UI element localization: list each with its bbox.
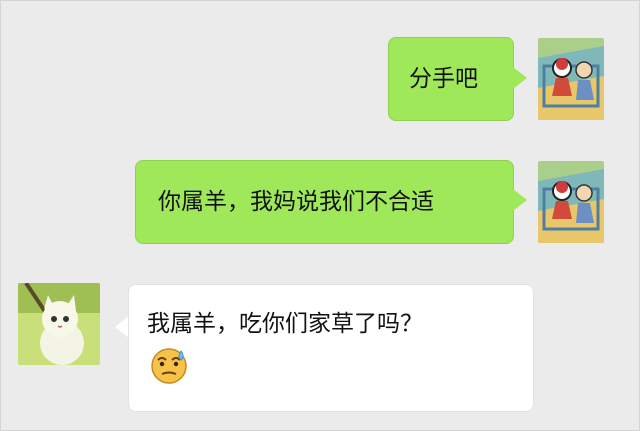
chat-window: 分手吧 你属羊，我妈说我们不合适 我属羊，吃你们家草了吗？	[0, 0, 640, 431]
message-bubble-sent[interactable]: 分手吧	[388, 37, 514, 121]
sweat-smile-emoji-icon	[151, 348, 187, 384]
bubble-tail	[115, 316, 129, 338]
bubble-tail	[513, 67, 527, 89]
cartoon-avatar-icon	[538, 38, 604, 120]
message-text: 我属羊，吃你们家草了吗？	[147, 311, 423, 337]
receiver-avatar[interactable]	[18, 283, 100, 365]
message-text: 分手吧	[409, 66, 478, 92]
message-bubble-received[interactable]: 我属羊，吃你们家草了吗？	[128, 284, 534, 412]
kitten-avatar-icon	[18, 283, 100, 365]
sender-avatar[interactable]	[538, 161, 604, 243]
sender-avatar[interactable]	[538, 38, 604, 120]
message-text: 你属羊，我妈说我们不合适	[158, 189, 434, 215]
message-bubble-sent[interactable]: 你属羊，我妈说我们不合适	[135, 160, 514, 244]
cartoon-avatar-icon	[538, 161, 604, 243]
bubble-tail	[513, 189, 527, 211]
